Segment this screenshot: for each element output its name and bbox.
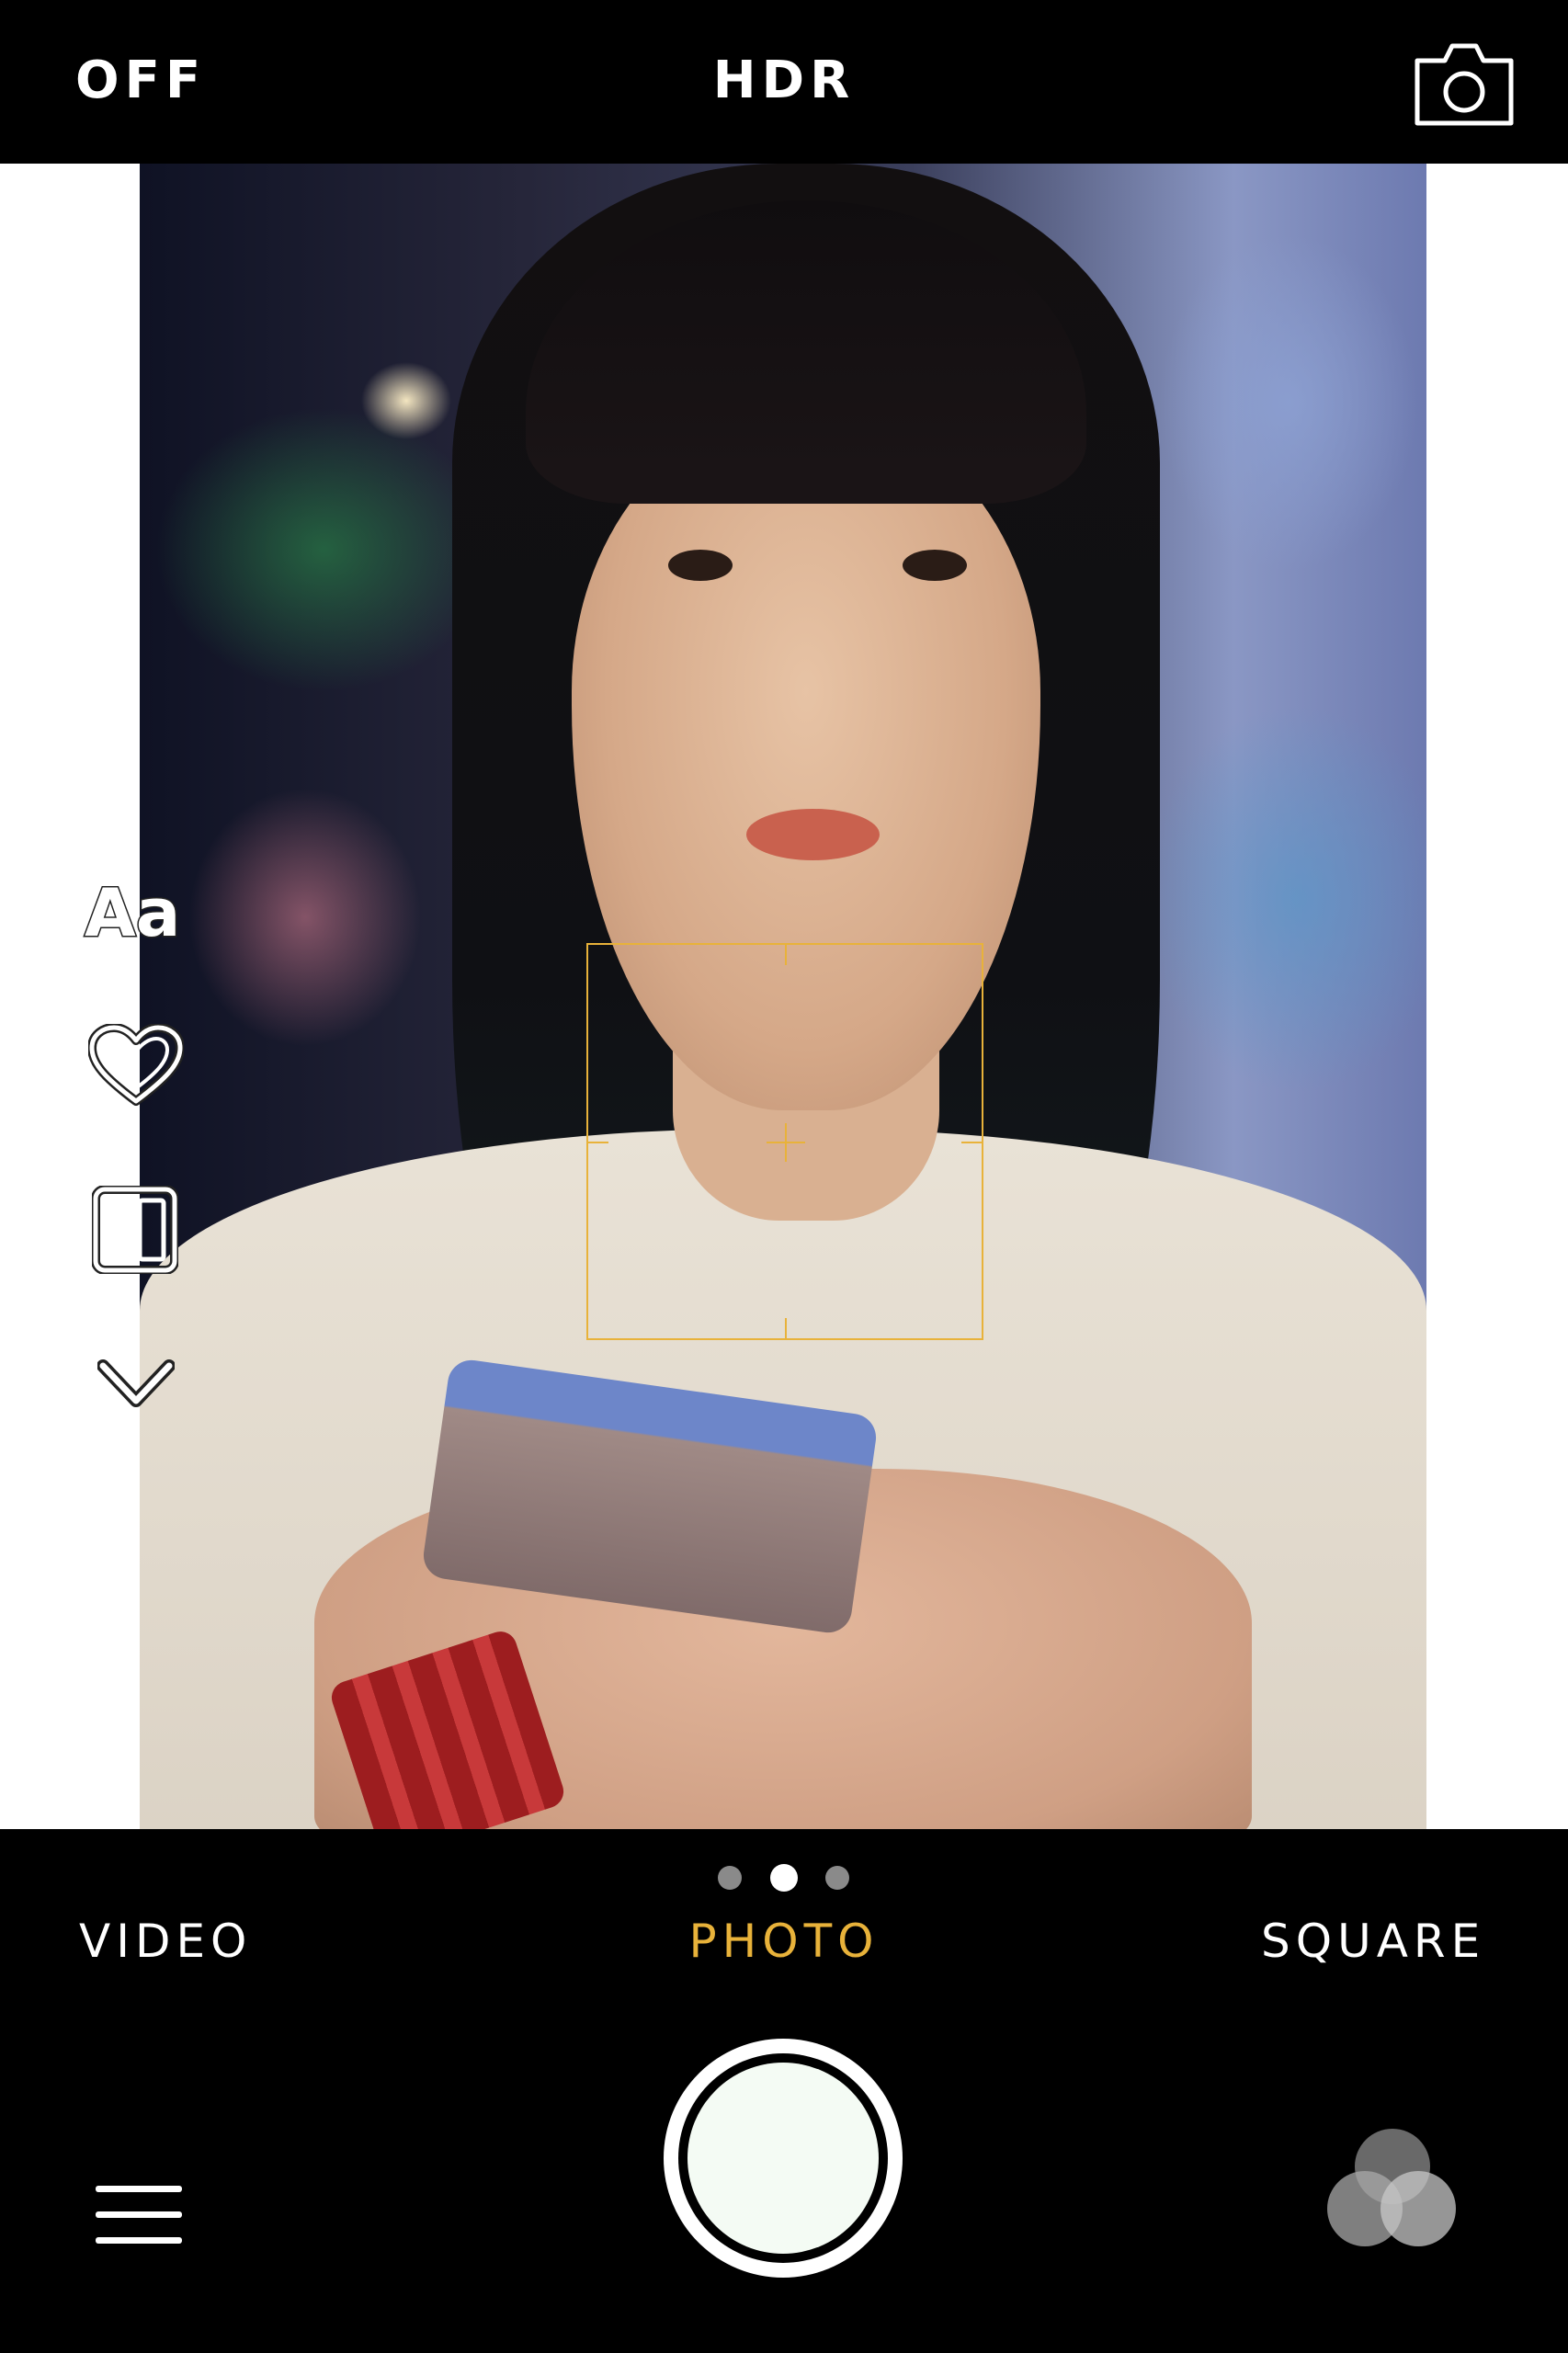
camera-switch-icon[interactable] [1414,42,1515,127]
shutter-button[interactable] [664,2039,903,2278]
viewfinder[interactable]: Aa [0,164,1568,1829]
focus-reticle [586,943,983,1340]
hdr-toggle[interactable]: HDR [0,51,1568,110]
page-dot[interactable] [718,1866,742,1890]
filters-icon[interactable] [1327,2129,1458,2250]
svg-text:Aa: Aa [85,874,180,943]
text-icon[interactable]: Aa [83,873,188,953]
mode-square[interactable]: SQUARE [1261,1915,1485,1968]
heart-icon[interactable] [87,1023,185,1107]
layout-icon[interactable] [91,1185,179,1275]
page-dot[interactable] [825,1866,849,1890]
top-bar: OFF HDR [0,0,1568,164]
page-dot-active[interactable] [770,1864,798,1892]
chevron-down-icon[interactable] [97,1358,176,1410]
menu-icon[interactable] [96,2186,182,2245]
